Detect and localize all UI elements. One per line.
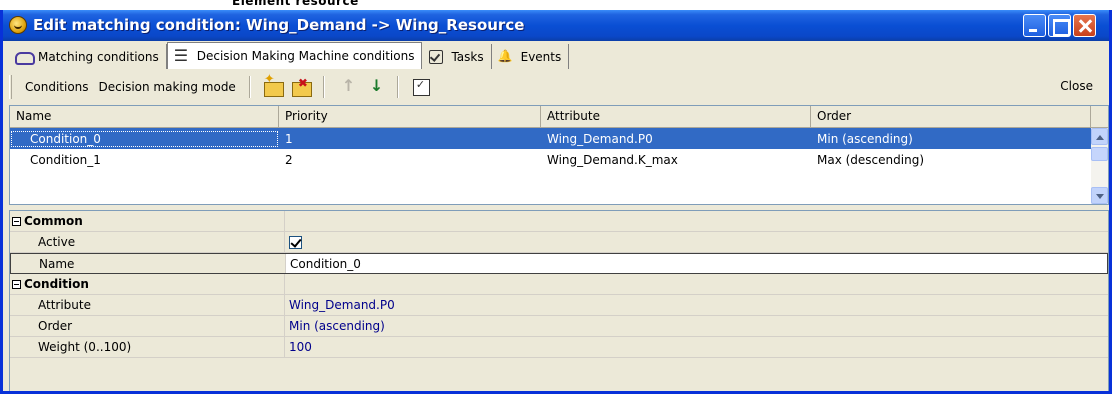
collapse-icon[interactable] (12, 216, 21, 226)
handshake-icon (15, 49, 35, 65)
vertical-scrollbar[interactable] (1091, 128, 1108, 204)
cell-order: Max (descending) (817, 152, 924, 167)
tab-label: Tasks (451, 49, 484, 64)
category-label: Condition (24, 277, 89, 291)
table-row[interactable]: Condition_0 1 Wing_Demand.P0 Min (ascend… (10, 128, 1108, 149)
cell-name: Condition_0 (10, 130, 279, 148)
tab-decision-making-machine-conditions[interactable]: Decision Making Machine conditions (166, 42, 423, 69)
move-down-arrow-icon[interactable] (364, 76, 386, 98)
column-header-name[interactable]: Name (10, 106, 279, 127)
tab-label: Matching conditions (38, 49, 159, 64)
table-row[interactable]: Condition_1 2 Wing_Demand.K_max Max (des… (10, 149, 1108, 170)
column-header-order[interactable]: Order (811, 106, 1091, 127)
toolbar-separator (396, 75, 399, 98)
table-header: Name Priority Attribute Order (10, 106, 1108, 128)
scroll-thumb[interactable] (1091, 147, 1108, 161)
property-label: Weight (0..100) (10, 337, 285, 357)
close-window-button[interactable] (1073, 14, 1096, 37)
property-label: Active (10, 232, 285, 252)
title-bar[interactable]: Edit matching condition: Wing_Demand -> … (3, 10, 1109, 41)
maximize-button[interactable] (1048, 14, 1071, 37)
toolbar: Conditions Decision making mode Close (9, 71, 1109, 102)
cell-attribute: Wing_Demand.K_max (547, 152, 678, 167)
category-condition[interactable]: Condition (10, 274, 1108, 295)
toolbar-grip[interactable] (9, 74, 12, 99)
bell-icon (498, 49, 515, 64)
category-common[interactable]: Common (10, 211, 1108, 232)
toolbar-separator (248, 75, 251, 98)
order-field[interactable]: Min (ascending) (285, 316, 1108, 336)
add-condition-icon[interactable] (262, 72, 284, 98)
tab-tasks[interactable]: Tasks (422, 44, 492, 69)
cell-priority: 2 (285, 152, 293, 167)
collapse-icon[interactable] (12, 279, 21, 289)
properties-icon[interactable] (410, 76, 432, 98)
tab-events[interactable]: Events (492, 44, 570, 69)
name-field[interactable]: Condition_0 (286, 254, 1107, 273)
tab-strip: Matching conditions Decision Making Mach… (9, 42, 570, 69)
delete-condition-icon[interactable] (290, 76, 312, 98)
cell-priority: 1 (285, 131, 293, 146)
conditions-menu[interactable]: Conditions (20, 80, 94, 94)
scroll-down-arrow-icon[interactable] (1091, 187, 1108, 204)
property-row-attribute: Attribute Wing_Demand.P0 (10, 295, 1108, 316)
toolbar-separator (322, 75, 325, 98)
property-row-order: Order Min (ascending) (10, 316, 1108, 337)
property-label: Name (11, 254, 286, 273)
tab-label: Decision Making Machine conditions (196, 49, 415, 63)
column-header-attribute[interactable]: Attribute (541, 106, 811, 127)
background-window-text: Element resource (232, 0, 359, 8)
edit-matching-condition-dialog: Edit matching condition: Wing_Demand -> … (0, 10, 1112, 394)
list-icon (174, 46, 191, 65)
decision-making-mode-menu[interactable]: Decision making mode (94, 80, 241, 94)
property-label: Order (10, 316, 285, 336)
conditions-table: Name Priority Attribute Order Condition_… (9, 105, 1109, 205)
scroll-up-arrow-icon[interactable] (1091, 128, 1108, 145)
minimize-button[interactable] (1023, 14, 1046, 37)
active-checkbox[interactable] (289, 235, 302, 249)
property-row-weight: Weight (0..100) 100 (10, 337, 1108, 358)
property-grid: Common Active Name Condition_0 Condition… (9, 210, 1109, 391)
tab-matching-conditions[interactable]: Matching conditions (9, 44, 167, 69)
cell-attribute: Wing_Demand.P0 (547, 131, 653, 146)
cell-order: Min (ascending) (817, 131, 913, 146)
task-check-icon (428, 49, 445, 64)
property-row-active: Active (10, 232, 1108, 253)
move-up-arrow-icon[interactable] (336, 76, 358, 98)
cell-name: Condition_1 (30, 152, 101, 167)
window-title: Edit matching condition: Wing_Demand -> … (33, 16, 525, 34)
close-button[interactable]: Close (1060, 79, 1093, 93)
property-row-name: Name Condition_0 (10, 253, 1108, 274)
attribute-field[interactable]: Wing_Demand.P0 (285, 295, 1108, 315)
weight-field[interactable]: 100 (285, 337, 1108, 357)
category-label: Common (24, 214, 83, 228)
property-label: Attribute (10, 295, 285, 315)
app-icon (9, 16, 27, 34)
column-header-priority[interactable]: Priority (279, 106, 541, 127)
tab-label: Events (520, 49, 562, 64)
